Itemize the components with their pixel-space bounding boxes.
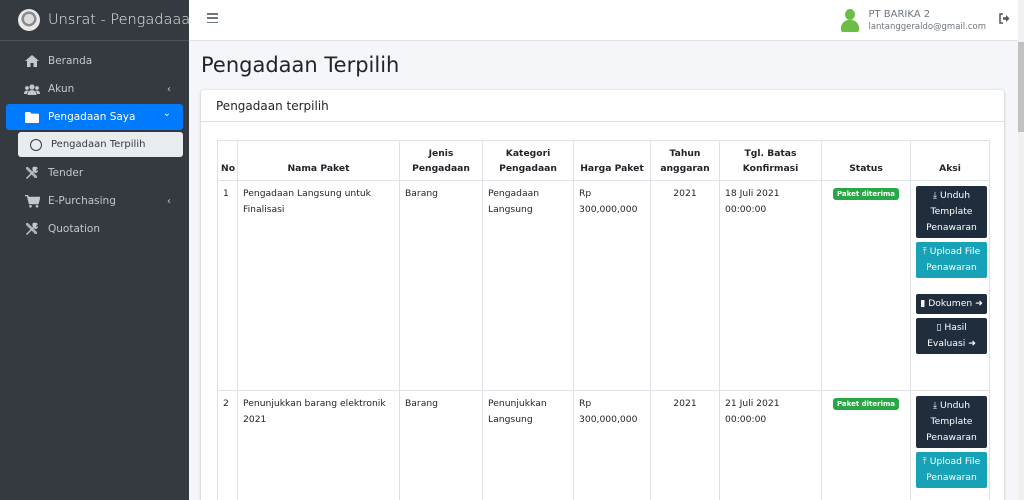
column-header: Status [821,140,911,181]
unsrat-logo [18,9,40,31]
cell-batas: 21 Juli 2021 00:00:00 [719,390,822,500]
page-scrollbar[interactable] [1018,0,1024,500]
tools-icon [24,166,40,180]
unduh-template-button[interactable]: ⤓ Unduh Template Penawaran [916,396,987,448]
users-icon [24,83,40,95]
cart-icon [24,194,40,208]
sidebar-item-tender[interactable]: Tender [6,159,183,187]
logout-icon[interactable] [999,13,1010,27]
cell-jenis: Barang [399,180,483,391]
user-email: lantanggeraldo@gmail.com [868,22,986,32]
cell-tahun: 2021 [650,390,720,500]
upload-icon: ⤒ [922,246,927,257]
cell-aksi: ⤓ Unduh Template Penawaran ⤒ Upload File P… [910,390,990,500]
status-badge: Paket diterima [832,398,900,410]
download-icon: ⤓ [932,400,938,411]
button-label: Dokumen [928,298,973,309]
scrollbar-thumb[interactable] [1018,42,1024,132]
folder-icon [24,111,40,123]
dokumen-button[interactable]: ▮ Dokumen ➜ [916,294,987,314]
cell-harga: Rp 300,000,000 [573,180,651,391]
page-title: Pengadaan Terpilih [201,53,400,77]
column-header: Aksi [910,140,990,181]
sidebar-item-e-purchasing[interactable]: E-Purchasing ‹ [6,187,183,215]
button-label: Upload File Penawaran [926,246,981,273]
cell-batas: 18 Juli 2021 00:00:00 [719,180,822,391]
column-header: Jenis Pengadaan [399,140,483,181]
upload-file-button[interactable]: ⤒ Upload File Penawaran [916,452,987,488]
arrow-right-icon: ➜ [975,298,983,309]
chevron-left-icon: ‹ [167,195,171,207]
button-label: Upload File Penawaran [926,456,981,483]
upload-file-button[interactable]: ⤒ Upload File Penawaran [916,242,987,278]
button-label: Hasil Evaluasi [927,322,967,349]
sidebar-item-label: Akun [48,83,75,95]
cell-tahun: 2021 [650,180,720,391]
sidebar-item-beranda[interactable]: Beranda [6,47,183,75]
sidebar-item-label: Pengadaan Saya [48,111,136,123]
cell-aksi: ⤓ Unduh Template Penawaran ⤒ Upload File P… [910,180,990,391]
cell-no: 1 [217,180,238,391]
pengadaan-card: Pengadaan terpilih No Nama Paket Jenis P… [201,90,1004,500]
sidebar-item-label: Tender [48,167,84,179]
user-avatar-icon [840,8,860,32]
cell-no: 2 [217,390,238,500]
hasil-evaluasi-button[interactable]: ▯ Hasil Evaluasi ➜ [916,318,987,354]
sidebar: Unsrat - Pengadaaan Ba Beranda Akun ‹ Pe… [0,0,189,500]
table-header-row: No Nama Paket Jenis Pengadaan Kategori P… [217,140,990,181]
cell-nama-paket: Penunjukkan barang elektronik 2021 [237,390,400,500]
upload-icon: ⤒ [922,456,927,467]
cell-nama-paket: Pengadaan Langsung untuk Finalisasi [237,180,400,391]
sidebar-item-akun[interactable]: Akun ‹ [6,75,183,103]
chevron-down-icon: ⌄ [162,108,171,119]
user-name: PT BARIKA 2 [868,9,931,20]
pengadaan-table: No Nama Paket Jenis Pengadaan Kategori P… [217,140,990,500]
sidebar-subitem-label: Pengadaan Terpilih [51,139,146,150]
user-menu[interactable]: PT BARIKA 2 lantanggeraldo@gmail.com [840,8,986,33]
arrow-right-icon: ➜ [968,338,976,349]
home-icon [24,55,40,67]
cell-jenis: Barang [399,390,483,500]
book-icon: ▮ [920,298,926,309]
sidebar-item-pengadaan-saya[interactable]: Pengadaan Saya ⌄ [6,104,183,130]
brand-link[interactable]: Unsrat - Pengadaaan Ba [0,0,189,41]
sidebar-nav: Beranda Akun ‹ Pengadaan Saya ⌄ Pengadaa… [0,41,189,243]
chevron-left-icon: ‹ [167,83,171,95]
column-header: No [217,140,238,181]
status-badge: Paket diterima [832,188,900,200]
column-header: Harga Paket [573,140,651,181]
table-row: 2 Penunjukkan barang elektronik 2021 Bar… [217,390,990,500]
sidebar-item-label: Beranda [48,55,93,67]
sidebar-subitem-pengadaan-terpilih[interactable]: Pengadaan Terpilih [18,132,183,157]
unduh-template-button[interactable]: ⤓ Unduh Template Penawaran [916,186,987,238]
circle-icon [30,138,42,151]
sidebar-item-label: E-Purchasing [48,195,116,207]
cell-harga: Rp 300,000,000 [573,390,651,500]
hamburger-menu-icon[interactable] [207,13,218,26]
top-navbar: PT BARIKA 2 lantanggeraldo@gmail.com [189,0,1024,41]
file-icon: ▯ [936,322,942,333]
cell-status: Paket diterima [821,180,911,391]
download-icon: ⤓ [932,190,938,201]
cell-kategori: Penunjukkan Langsung [482,390,574,500]
column-header: Kategori Pengadaan [482,140,574,181]
brand-text: Unsrat - Pengadaaan Ba [48,12,189,28]
cell-kategori: Pengadaan Langsung [482,180,574,391]
column-header: Tgl. Batas Konfirmasi [719,140,822,181]
column-header: Nama Paket [237,140,400,181]
tools-icon [24,222,40,236]
table-row: 1 Pengadaan Langsung untuk Finalisasi Ba… [217,180,990,391]
sidebar-item-quotation[interactable]: Quotation [6,215,183,243]
column-header: Tahun anggaran [650,140,720,181]
card-title: Pengadaan terpilih [201,90,1004,122]
sidebar-item-label: Quotation [48,223,101,235]
cell-status: Paket diterima [821,390,911,500]
